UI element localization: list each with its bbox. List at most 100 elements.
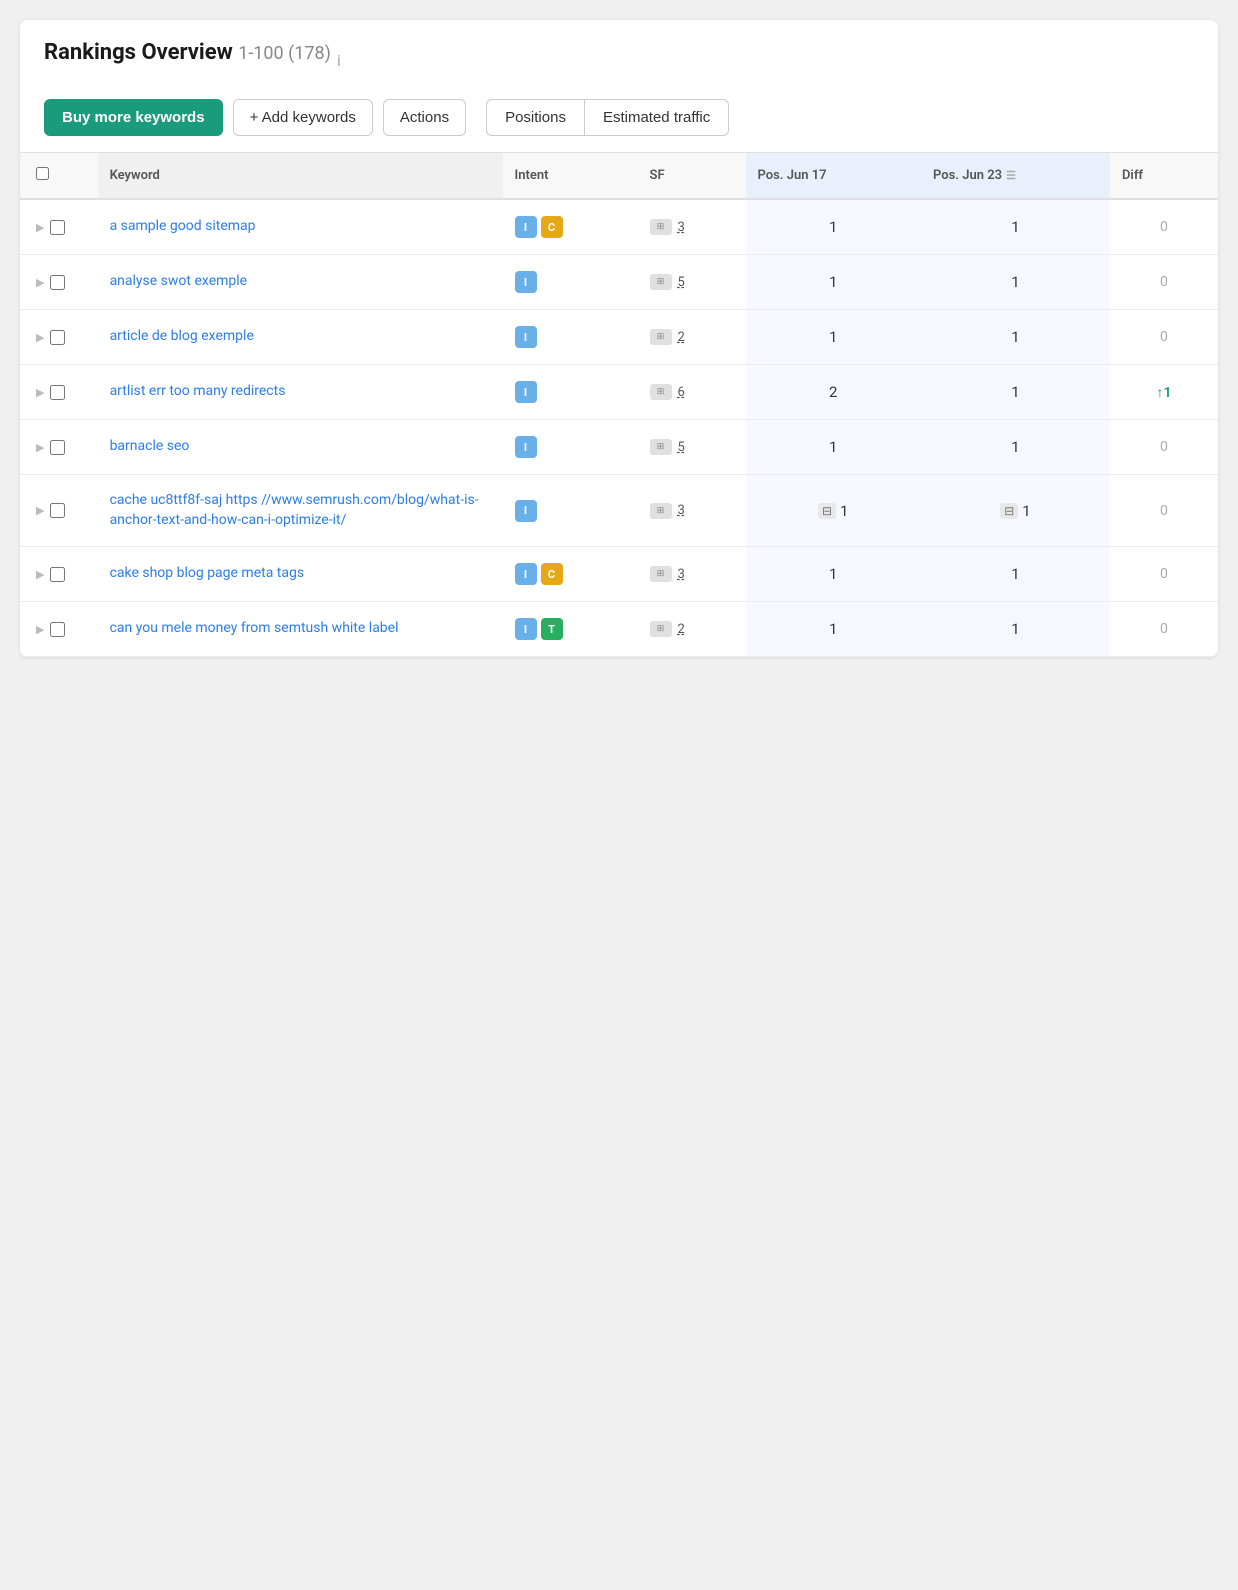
diff-cell: 0 <box>1110 547 1218 602</box>
table-row: ▶ analyse swot exempleI ⊞ 5 110 <box>20 255 1218 310</box>
diff-value: 0 <box>1160 274 1168 290</box>
row-checkbox[interactable] <box>50 440 65 455</box>
pos-jun17-value: 1 <box>829 438 837 456</box>
diff-cell: 0 <box>1110 602 1218 657</box>
pos-jun17-cell: 1 <box>746 420 921 475</box>
sf-number[interactable]: 2 <box>678 622 685 637</box>
intent-cell: I <box>503 365 638 420</box>
sf-cell: ⊞ 3 <box>638 199 746 255</box>
sf-cell: ⊞ 3 <box>638 475 746 547</box>
tab-positions[interactable]: Positions <box>486 99 584 136</box>
diff-cell: 0 <box>1110 255 1218 310</box>
pos-jun23-cell: 1 <box>921 365 1110 420</box>
title-range: 1-100 (178) <box>238 43 331 64</box>
pos-jun17-value: 1 <box>829 565 837 583</box>
intent-cell: I <box>503 310 638 365</box>
intent-cell: IT <box>503 602 638 657</box>
pos-jun23-value: 1 <box>1011 565 1019 583</box>
pos-jun17-value: 1 <box>829 328 837 346</box>
view-tabs: Positions Estimated traffic <box>486 99 729 136</box>
select-all-checkbox[interactable] <box>36 167 49 180</box>
pos-jun17-cell: 1 <box>746 255 921 310</box>
expand-icon[interactable]: ▶ <box>36 504 44 517</box>
pos-jun17-value: 1 <box>829 273 837 291</box>
intent-badge-i: I <box>515 216 537 238</box>
diff-cell: 0 <box>1110 310 1218 365</box>
col-header-diff: Diff <box>1110 153 1218 199</box>
keyword-link[interactable]: can you mele money from semtush white la… <box>110 620 399 636</box>
keyword-link[interactable]: cake shop blog page meta tags <box>110 565 305 581</box>
pos-jun17-cell: 1 <box>746 310 921 365</box>
keyword-cell: analyse swot exemple <box>98 255 503 310</box>
buy-keywords-button[interactable]: Buy more keywords <box>44 99 223 136</box>
rankings-table: Keyword Intent SF Pos. Jun 17 <box>20 153 1218 657</box>
sf-cell: ⊞ 2 <box>638 602 746 657</box>
sf-cell: ⊞ 3 <box>638 547 746 602</box>
keyword-link[interactable]: cache uc8ttf8f-saj https //www.semrush.c… <box>110 492 479 528</box>
keyword-link[interactable]: article de blog exemple <box>110 328 254 344</box>
expand-icon[interactable]: ▶ <box>36 331 44 344</box>
sf-number[interactable]: 3 <box>678 220 685 235</box>
sf-number[interactable]: 6 <box>678 385 685 400</box>
intent-badge-c: C <box>541 563 563 585</box>
pos-jun23-cell: ⊟ 1 <box>921 475 1110 547</box>
pos-jun23-value: 1 <box>1022 502 1030 520</box>
diff-cell: ↑1 <box>1110 365 1218 420</box>
row-checkbox[interactable] <box>50 220 65 235</box>
title-text: Rankings Overview <box>44 40 233 65</box>
pos-jun17-cell: 1 <box>746 199 921 255</box>
sf-cell: ⊞ 6 <box>638 365 746 420</box>
intent-badge-i: I <box>515 326 537 348</box>
sf-number[interactable]: 2 <box>678 330 685 345</box>
diff-value: 0 <box>1160 566 1168 582</box>
sf-number[interactable]: 5 <box>678 440 685 455</box>
expand-icon[interactable]: ▶ <box>36 221 44 234</box>
sort-icon[interactable]: ☰ <box>1006 169 1016 182</box>
intent-badge-i: I <box>515 436 537 458</box>
intent-cell: I <box>503 475 638 547</box>
row-checkbox[interactable] <box>50 330 65 345</box>
expand-icon[interactable]: ▶ <box>36 386 44 399</box>
keyword-link[interactable]: artlist err too many redirects <box>110 383 286 399</box>
row-checkbox[interactable] <box>50 385 65 400</box>
sf-icon: ⊞ <box>650 503 672 519</box>
sf-icon: ⊞ <box>650 621 672 637</box>
keyword-cell: can you mele money from semtush white la… <box>98 602 503 657</box>
pos-jun17-cell: 1 <box>746 602 921 657</box>
pos-jun23-value: 1 <box>1011 438 1019 456</box>
pos-jun17-cell: ⊟ 1 <box>746 475 921 547</box>
row-checkbox[interactable] <box>50 567 65 582</box>
diff-cell: 0 <box>1110 199 1218 255</box>
featured-snippet-icon-23: ⊟ <box>1000 503 1018 519</box>
expand-icon[interactable]: ▶ <box>36 276 44 289</box>
intent-badge-i: I <box>515 618 537 640</box>
sf-number[interactable]: 3 <box>678 503 685 518</box>
info-icon[interactable]: i <box>337 51 341 70</box>
table-row: ▶ artlist err too many redirects I ⊞ 6 2 1… <box>20 365 1218 420</box>
diff-value: ↑1 <box>1156 385 1171 401</box>
add-keywords-button[interactable]: + Add keywords <box>233 99 373 136</box>
sf-icon: ⊞ <box>650 329 672 345</box>
sf-number[interactable]: 3 <box>678 567 685 582</box>
keyword-link[interactable]: barnacle seo <box>110 438 190 454</box>
sf-icon: ⊞ <box>650 219 672 235</box>
pos-jun23-value: 1 <box>1011 620 1019 638</box>
diff-value: 0 <box>1160 219 1168 235</box>
diff-value: 0 <box>1160 503 1168 519</box>
keyword-link[interactable]: a sample good sitemap <box>110 218 256 234</box>
pos-jun23-cell: 1 <box>921 199 1110 255</box>
keyword-cell: artlist err too many redirects <box>98 365 503 420</box>
sf-cell: ⊞ 5 <box>638 420 746 475</box>
tab-estimated-traffic[interactable]: Estimated traffic <box>584 99 729 136</box>
row-checkbox[interactable] <box>50 503 65 518</box>
expand-icon[interactable]: ▶ <box>36 568 44 581</box>
expand-icon[interactable]: ▶ <box>36 441 44 454</box>
keyword-link[interactable]: analyse swot exemple <box>110 273 248 289</box>
row-checkbox[interactable] <box>50 622 65 637</box>
actions-button[interactable]: Actions <box>383 99 466 136</box>
pos-jun17-value: 2 <box>829 383 837 401</box>
row-checkbox[interactable] <box>50 275 65 290</box>
intent-badge-i: I <box>515 500 537 522</box>
expand-icon[interactable]: ▶ <box>36 623 44 636</box>
sf-number[interactable]: 5 <box>678 275 685 290</box>
